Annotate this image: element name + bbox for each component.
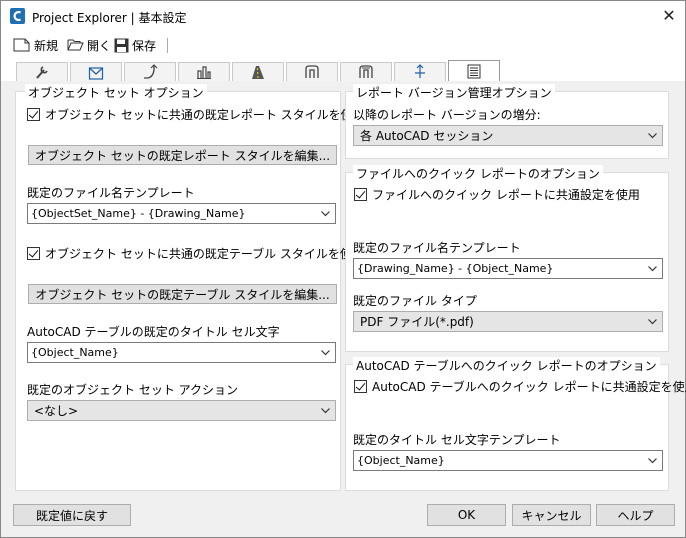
filename-template-combo[interactable]: {ObjectSet_Name} - {Drawing_Name} [27,203,336,224]
version-increment-label: 以降のレポート バージョンの増分: [353,108,541,122]
survey-icon [415,64,425,78]
object-set-action-value: <なし> [34,404,79,418]
road-icon [252,66,264,79]
quick-file-common-checkbox[interactable]: ファイルへのクイック レポートに共通設定を使用 [354,186,640,203]
folder-open-icon [67,39,84,51]
file-type-select[interactable]: PDF ファイル(*.pdf) [353,311,663,332]
cancel-button[interactable]: キャンセル [512,504,591,526]
wrench-icon [36,66,48,79]
chevron-down-icon [321,408,330,414]
reset-defaults-button[interactable]: 既定値に戻す [13,504,131,526]
chevron-down-icon [648,319,657,325]
pipe-icon [305,65,319,78]
chevron-down-icon [648,266,657,272]
quick-file-template-label: 既定のファイル名テンプレート [353,241,521,255]
dialog-footer: 既定値に戻す OK キャンセル ヘルプ [1,497,685,537]
tab-alignment[interactable] [124,62,176,81]
title-bar: Project Explorer | 基本設定 ✕ [1,1,685,31]
object-set-options-title: オブジェクト セット オプション [25,84,207,101]
civil3d-app-icon [10,8,25,24]
tab-report[interactable] [448,60,500,81]
toolbar-separator [167,38,168,53]
object-set-action-label: 既定のオブジェクト セット アクション [27,383,239,397]
common-table-style-label: オブジェクト セットに共通の既定テーブル スタイルを使用 [45,247,364,261]
file-type-value: PDF ファイル(*.pdf) [360,315,474,329]
new-file-icon [13,38,30,52]
quick-table-common-label: AutoCAD テーブルへのクイック レポートに共通設定を使用 [372,380,686,394]
title-cell-value: {Object_Name} [31,346,119,359]
new-label: 新規 [34,38,59,53]
version-increment-value: 各 AutoCAD セッション [360,129,494,143]
window-title: Project Explorer | 基本設定 [32,11,187,25]
sheet-icon [88,66,104,80]
common-report-style-checkbox[interactable]: オブジェクト セットに共通の既定レポート スタイルを使用 [27,106,365,123]
title-cell-combo[interactable]: {Object_Name} [27,342,336,363]
quick-report-file-title: ファイルへのクイック レポートのオプション [353,165,603,182]
title-template-combo[interactable]: {Object_Name} [353,450,663,471]
edit-report-style-button[interactable]: オブジェクト セットの既定レポート スタイルを編集... [28,145,337,165]
filename-template-value: {ObjectSet_Name} - {Drawing_Name} [31,207,246,220]
version-increment-select[interactable]: 各 AutoCAD セッション [353,125,663,146]
tab-pressure-pipe[interactable] [340,62,392,81]
open-label: 開く [87,38,112,53]
chevron-down-icon [321,350,330,356]
title-template-value: {Object_Name} [357,454,445,467]
dialog-window: Project Explorer | 基本設定 ✕ 新規 開く 保存 オブジェク… [0,0,686,538]
file-type-label: 既定のファイル タイプ [353,294,477,308]
open-button[interactable]: 開く [67,35,111,55]
tab-pipe[interactable] [286,62,338,81]
checkbox-checked-icon [354,188,367,201]
save-label: 保存 [132,38,157,53]
quick-file-template-combo[interactable]: {Drawing_Name} - {Object_Name} [353,258,663,279]
chevron-down-icon [648,458,657,464]
new-button[interactable]: 新規 [13,35,58,55]
pressure-pipe-icon [359,65,373,78]
structure-icon [197,66,211,79]
chevron-down-icon [321,211,330,217]
filename-template-label: 既定のファイル名テンプレート [27,186,195,200]
chevron-down-icon [648,133,657,139]
common-report-style-label: オブジェクト セットに共通の既定レポート スタイルを使用 [45,108,365,122]
object-set-action-select[interactable]: <なし> [27,400,336,421]
content-area: オブジェクト セット オプション オブジェクト セットに共通の既定レポート スタ… [11,81,686,497]
floppy-disk-icon [114,38,129,52]
tab-general[interactable] [16,62,68,81]
title-cell-label: AutoCAD テーブルの既定のタイトル セル文字 [27,325,280,339]
quick-table-common-checkbox[interactable]: AutoCAD テーブルへのクイック レポートに共通設定を使用 [354,378,686,395]
save-button[interactable]: 保存 [114,35,156,55]
close-button[interactable]: ✕ [656,5,682,27]
report-icon [467,64,481,78]
edit-table-style-button[interactable]: オブジェクト セットの既定テーブル スタイルを編集... [28,284,337,304]
report-version-options-title: レポート バージョン管理オプション [353,84,555,101]
title-template-label: 既定のタイトル セル文字テンプレート [353,433,561,447]
tab-structure[interactable] [178,62,230,81]
ok-button[interactable]: OK [427,504,506,526]
tab-survey[interactable] [394,62,446,81]
quick-file-template-value: {Drawing_Name} - {Object_Name} [357,262,554,275]
checkbox-checked-icon [354,380,367,393]
alignment-icon [144,64,158,79]
checkbox-checked-icon [27,108,40,121]
tab-road[interactable] [232,62,284,81]
quick-file-common-label: ファイルへのクイック レポートに共通設定を使用 [372,188,640,202]
tab-strip [1,59,685,81]
common-table-style-checkbox[interactable]: オブジェクト セットに共通の既定テーブル スタイルを使用 [27,245,364,262]
toolbar: 新規 開く 保存 [1,31,685,59]
tab-sheet[interactable] [70,62,122,81]
quick-report-table-title: AutoCAD テーブルへのクイック レポートのオプション [353,357,660,374]
help-button[interactable]: ヘルプ [596,504,675,526]
checkbox-checked-icon [27,247,40,260]
